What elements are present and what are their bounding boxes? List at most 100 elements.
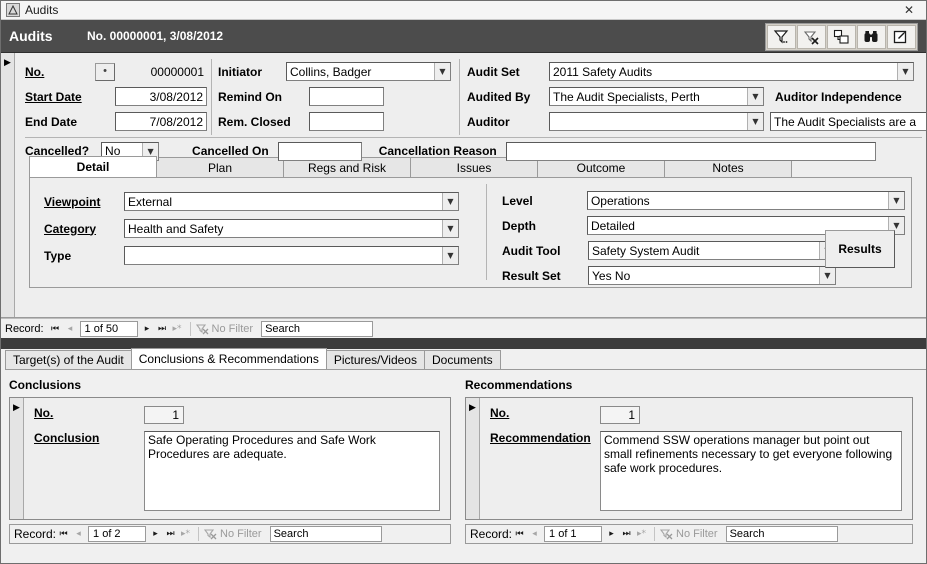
record-position-input[interactable]: 1 of 1 — [544, 526, 603, 542]
subtab-documents[interactable]: Documents — [423, 350, 501, 369]
input-conclusion-no[interactable]: 1 — [144, 406, 184, 424]
previous-record-button[interactable]: ◂ — [71, 526, 86, 542]
close-icon[interactable]: ✕ — [898, 2, 920, 18]
filter-icon[interactable] — [767, 25, 796, 49]
no-filter-button[interactable]: No Filter — [204, 528, 262, 540]
last-record-button[interactable]: ⏭ — [163, 526, 178, 542]
conclusions-panel: Conclusions ▶ No. 1 Conclusion Safe Oper… — [1, 374, 457, 560]
no-filter-button[interactable]: No Filter — [195, 323, 253, 335]
next-record-button[interactable]: ▸ — [148, 526, 163, 542]
combo-auditor[interactable]: ▼ — [549, 112, 764, 131]
label-level: Level — [502, 193, 533, 208]
no-picker-button[interactable]: • — [95, 62, 115, 81]
combo-audited-by[interactable]: The Audit Specialists, Perth ▼ — [549, 87, 764, 106]
field-row-category: Category Health and Safety ▼ — [44, 215, 484, 242]
new-record-button[interactable]: ▸* — [178, 526, 193, 542]
combo-level[interactable]: Operations ▼ — [586, 191, 905, 210]
input-end-date[interactable]: 7/08/2012 — [115, 112, 207, 131]
record-selector-bar[interactable]: ▶ — [1, 53, 15, 317]
input-remind-on[interactable] — [309, 87, 384, 106]
conclusions-memo-row: Conclusion Safe Operating Procedures and… — [34, 431, 440, 511]
search-input[interactable]: Search — [269, 526, 382, 542]
main-record-navigator: Record: ⏮ ◂ 1 of 50 ▸ ⏭ ▸* No Filter Sea… — [1, 318, 926, 338]
combo-audit-set[interactable]: 2011 Safety Audits ▼ — [549, 62, 914, 81]
input-start-date[interactable]: 3/08/2012 — [115, 87, 207, 106]
recommendations-record-selector[interactable]: ▶ — [466, 398, 480, 519]
input-cancellation-reason[interactable] — [505, 141, 876, 161]
first-record-button[interactable]: ⏮ — [48, 321, 63, 337]
label-depth: Depth — [502, 218, 536, 233]
edit-icon[interactable] — [887, 25, 916, 49]
chevron-down-icon[interactable]: ▼ — [442, 247, 458, 264]
search-input[interactable]: Search — [725, 526, 838, 542]
first-record-button[interactable]: ⏮ — [56, 526, 71, 542]
recommendations-record-navigator: Record: ⏮ ◂ 1 of 1 ▸ ⏭ ▸* No Filter Sear… — [465, 524, 913, 544]
chevron-down-icon[interactable]: ▼ — [442, 220, 458, 237]
combo-viewpoint[interactable]: External ▼ — [124, 192, 459, 211]
last-record-button[interactable]: ⏭ — [155, 321, 170, 337]
subtab-targets-of-the-audit[interactable]: Target(s) of the Audit — [5, 350, 132, 369]
combo-type[interactable]: ▼ — [124, 246, 459, 265]
initiator-group: Initiator Collins, Badger ▼ Remind On Re… — [218, 59, 458, 134]
combo-category[interactable]: Health and Safety ▼ — [124, 219, 459, 238]
field-row-initiator: Initiator Collins, Badger ▼ — [218, 59, 458, 84]
duplicate-icon[interactable] — [827, 25, 856, 49]
input-recommendation-no[interactable]: 1 — [600, 406, 640, 424]
field-row-auditor: Auditor ▼ The Audit Specialists are a — [467, 109, 926, 134]
chevron-down-icon[interactable]: ▼ — [442, 193, 458, 210]
combo-level-value: Operations — [590, 193, 650, 208]
input-cancelled-on[interactable] — [277, 141, 362, 161]
divider-vertical-1 — [211, 59, 212, 135]
combo-audit-tool-value: Safety System Audit — [592, 243, 700, 258]
first-record-button[interactable]: ⏮ — [512, 526, 527, 542]
combo-viewpoint-value: External — [128, 194, 173, 209]
input-recommendation-memo[interactable]: Commend SSW operations manager but point… — [600, 431, 902, 511]
detail-tab-panel: Viewpoint External ▼ Category Health and… — [29, 178, 912, 288]
current-record-arrow-icon: ▶ — [13, 403, 20, 413]
chevron-down-icon[interactable]: ▼ — [747, 88, 763, 105]
conclusions-no-row: No. 1 — [34, 406, 440, 424]
chevron-down-icon[interactable]: ▼ — [888, 192, 904, 209]
chevron-down-icon[interactable]: ▼ — [747, 113, 763, 130]
combo-initiator[interactable]: Collins, Badger ▼ — [286, 62, 451, 81]
subtab-pictures-videos[interactable]: Pictures/Videos — [325, 350, 425, 369]
subtab-targets-label: Target(s) of the Audit — [13, 353, 124, 367]
search-input[interactable]: Search — [261, 320, 374, 337]
clear-filter-icon[interactable] — [797, 25, 826, 49]
combo-audit-set-value: 2011 Safety Audits — [553, 64, 653, 79]
chevron-down-icon[interactable]: ▼ — [434, 63, 450, 80]
recommendations-memo-row: Recommendation Commend SSW operations ma… — [490, 431, 902, 511]
subform-content: Conclusions ▶ No. 1 Conclusion Safe Oper… — [1, 370, 926, 560]
label-auditor-independence: Auditor Independence — [775, 89, 902, 104]
input-no[interactable]: 00000001 — [115, 62, 207, 81]
combo-result-set[interactable]: Yes No ▼ — [588, 266, 836, 285]
input-conclusion-memo[interactable]: Safe Operating Procedures and Safe Work … — [144, 431, 440, 511]
results-button[interactable]: Results — [825, 230, 895, 268]
new-record-button[interactable]: ▸* — [634, 526, 649, 542]
form-header: Audits No. 00000001, 3/08/2012 — [1, 20, 926, 53]
label-rem-closed: Rem. Closed — [218, 114, 291, 129]
previous-record-button[interactable]: ◂ — [527, 526, 542, 542]
chevron-down-icon[interactable]: ▼ — [897, 63, 913, 80]
next-record-button[interactable]: ▸ — [140, 321, 155, 337]
no-filter-button[interactable]: No Filter — [660, 528, 718, 540]
conclusions-record-selector[interactable]: ▶ — [10, 398, 24, 519]
audit-assignment-group: Audit Set 2011 Safety Audits ▼ Audited B… — [467, 59, 926, 134]
chevron-down-icon[interactable]: ▼ — [819, 267, 835, 284]
find-icon[interactable] — [857, 25, 886, 49]
record-position-input[interactable]: 1 of 2 — [88, 526, 147, 542]
last-record-button[interactable]: ⏭ — [619, 526, 634, 542]
new-record-button[interactable]: ▸* — [170, 321, 185, 337]
form-toolbar — [765, 23, 918, 51]
input-auditor-independence[interactable]: The Audit Specialists are a — [770, 112, 926, 131]
subtab-conclusions-and-recommendations[interactable]: Conclusions & Recommendations — [130, 348, 327, 369]
record-position-input[interactable]: 1 of 50 — [79, 320, 138, 337]
conclusions-fields: No. 1 Conclusion Safe Operating Procedur… — [24, 398, 450, 519]
tab-detail[interactable]: Detail — [29, 156, 157, 177]
next-record-button[interactable]: ▸ — [604, 526, 619, 542]
previous-record-button[interactable]: ◂ — [63, 321, 78, 337]
subtab-documents-label: Documents — [431, 353, 493, 367]
combo-audit-tool[interactable]: Safety System Audit ▼ — [588, 241, 836, 260]
input-rem-closed[interactable] — [309, 112, 384, 131]
subtab-conclusions-label: Conclusions & Recommendations — [138, 352, 319, 366]
